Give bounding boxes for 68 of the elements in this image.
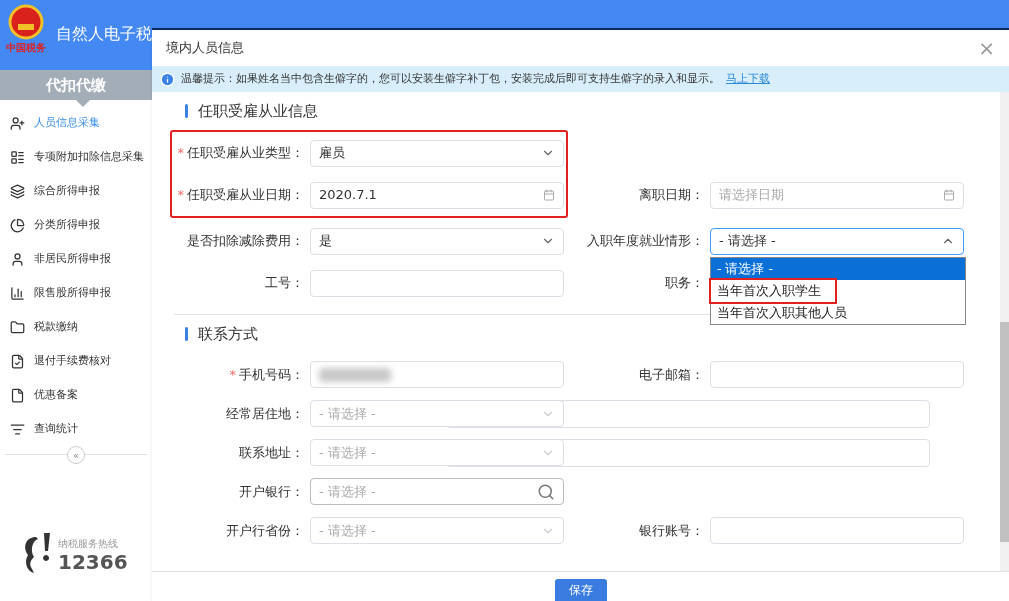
folder-icon bbox=[10, 319, 25, 335]
dropdown-option[interactable]: - 请选择 - bbox=[711, 258, 965, 280]
user-plus-icon bbox=[10, 115, 25, 131]
sidebar-item[interactable]: 人员信息采集 bbox=[0, 106, 152, 140]
text-field[interactable] bbox=[710, 361, 964, 388]
user-icon bbox=[10, 251, 25, 267]
sidebar-item[interactable]: 退付手续费核对 bbox=[0, 344, 152, 378]
collapse-button[interactable]: « bbox=[67, 446, 85, 464]
hotline-number: 12366 bbox=[58, 550, 128, 573]
list-icon bbox=[10, 149, 25, 165]
logo-text: 中国税务 bbox=[6, 41, 46, 55]
calendar-icon bbox=[543, 189, 555, 201]
info-icon bbox=[160, 71, 175, 87]
select-field[interactable]: - 请选择 - bbox=[710, 227, 964, 255]
sidebar-item[interactable]: 税款缴纳 bbox=[0, 310, 152, 344]
dropdown-option[interactable]: 当年首次入职学生 bbox=[711, 280, 835, 302]
calendar-icon bbox=[943, 189, 955, 201]
field-label: 电子邮箱： bbox=[639, 365, 704, 384]
section-title: 联系方式 bbox=[198, 323, 258, 345]
section-title: 任职受雇从业信息 bbox=[198, 100, 318, 122]
document-check-icon bbox=[10, 353, 25, 369]
phone-field[interactable] bbox=[310, 361, 564, 388]
bar-chart-icon bbox=[10, 285, 25, 301]
field-label: 任职受雇从业日期： bbox=[187, 186, 304, 205]
sidebar-item[interactable]: 分类所得申报 bbox=[0, 208, 152, 242]
document-icon bbox=[10, 387, 25, 403]
field-label: 是否扣除减除费用： bbox=[187, 232, 304, 251]
field-label: 开户银行： bbox=[239, 482, 304, 501]
field-label: 银行账号： bbox=[639, 521, 704, 540]
scrollbar[interactable] bbox=[1000, 92, 1009, 571]
required-mark: * bbox=[229, 365, 236, 384]
dialog-title: 境内人员信息 bbox=[166, 39, 244, 58]
text-field[interactable] bbox=[310, 269, 564, 297]
sidebar-item[interactable]: 限售股所得申报 bbox=[0, 276, 152, 310]
required-mark: * bbox=[177, 144, 184, 163]
required-mark: * bbox=[177, 186, 184, 205]
field-label: 工号： bbox=[265, 274, 304, 293]
dropdown-option[interactable]: 当年首次入职其他人员 bbox=[711, 302, 965, 324]
search-icon bbox=[537, 482, 555, 501]
text-field[interactable] bbox=[710, 517, 964, 544]
layers-icon bbox=[10, 183, 25, 199]
select-field[interactable]: 雇员 bbox=[310, 139, 564, 167]
field-label: 任职受雇从业类型： bbox=[187, 144, 304, 163]
redacted-value bbox=[319, 367, 391, 382]
section-marker bbox=[185, 104, 188, 118]
sidebar-item[interactable]: 专项附加扣除信息采集 bbox=[0, 140, 152, 174]
field-label: 职务： bbox=[665, 274, 704, 293]
date-field[interactable]: 2020.7.1 bbox=[310, 181, 564, 209]
field-label: 开户行省份： bbox=[226, 521, 304, 540]
sidebar-item[interactable]: 查询统计 bbox=[0, 412, 152, 446]
field-label: 联系地址： bbox=[239, 443, 304, 462]
emblem-icon bbox=[8, 4, 44, 40]
app-title: 自然人电子税 bbox=[56, 23, 152, 45]
list-search-icon bbox=[10, 421, 25, 437]
notice-text: 温馨提示：如果姓名当中包含生僻字的，您可以安装生僻字补丁包，安装完成后即可支持生僻字的录入和显示。 bbox=[181, 70, 720, 87]
hotline-label: 纳税服务热线 bbox=[58, 536, 119, 551]
sidebar-item[interactable]: 优惠备案 bbox=[0, 378, 152, 412]
sidebar-item[interactable]: 非居民所得申报 bbox=[0, 242, 152, 276]
field-label: 入职年度就业情形： bbox=[587, 232, 704, 251]
sidebar-item[interactable]: 综合所得申报 bbox=[0, 174, 152, 208]
field-label: 手机号码： bbox=[239, 365, 304, 384]
select-field[interactable]: 是 bbox=[310, 227, 564, 255]
field-label: 经常居住地： bbox=[226, 404, 304, 423]
save-button[interactable]: 保存 bbox=[554, 579, 607, 601]
pointer-icon bbox=[76, 100, 90, 107]
section-marker bbox=[185, 327, 188, 341]
pie-chart-icon bbox=[10, 217, 25, 233]
field-label: 离职日期： bbox=[639, 186, 704, 205]
